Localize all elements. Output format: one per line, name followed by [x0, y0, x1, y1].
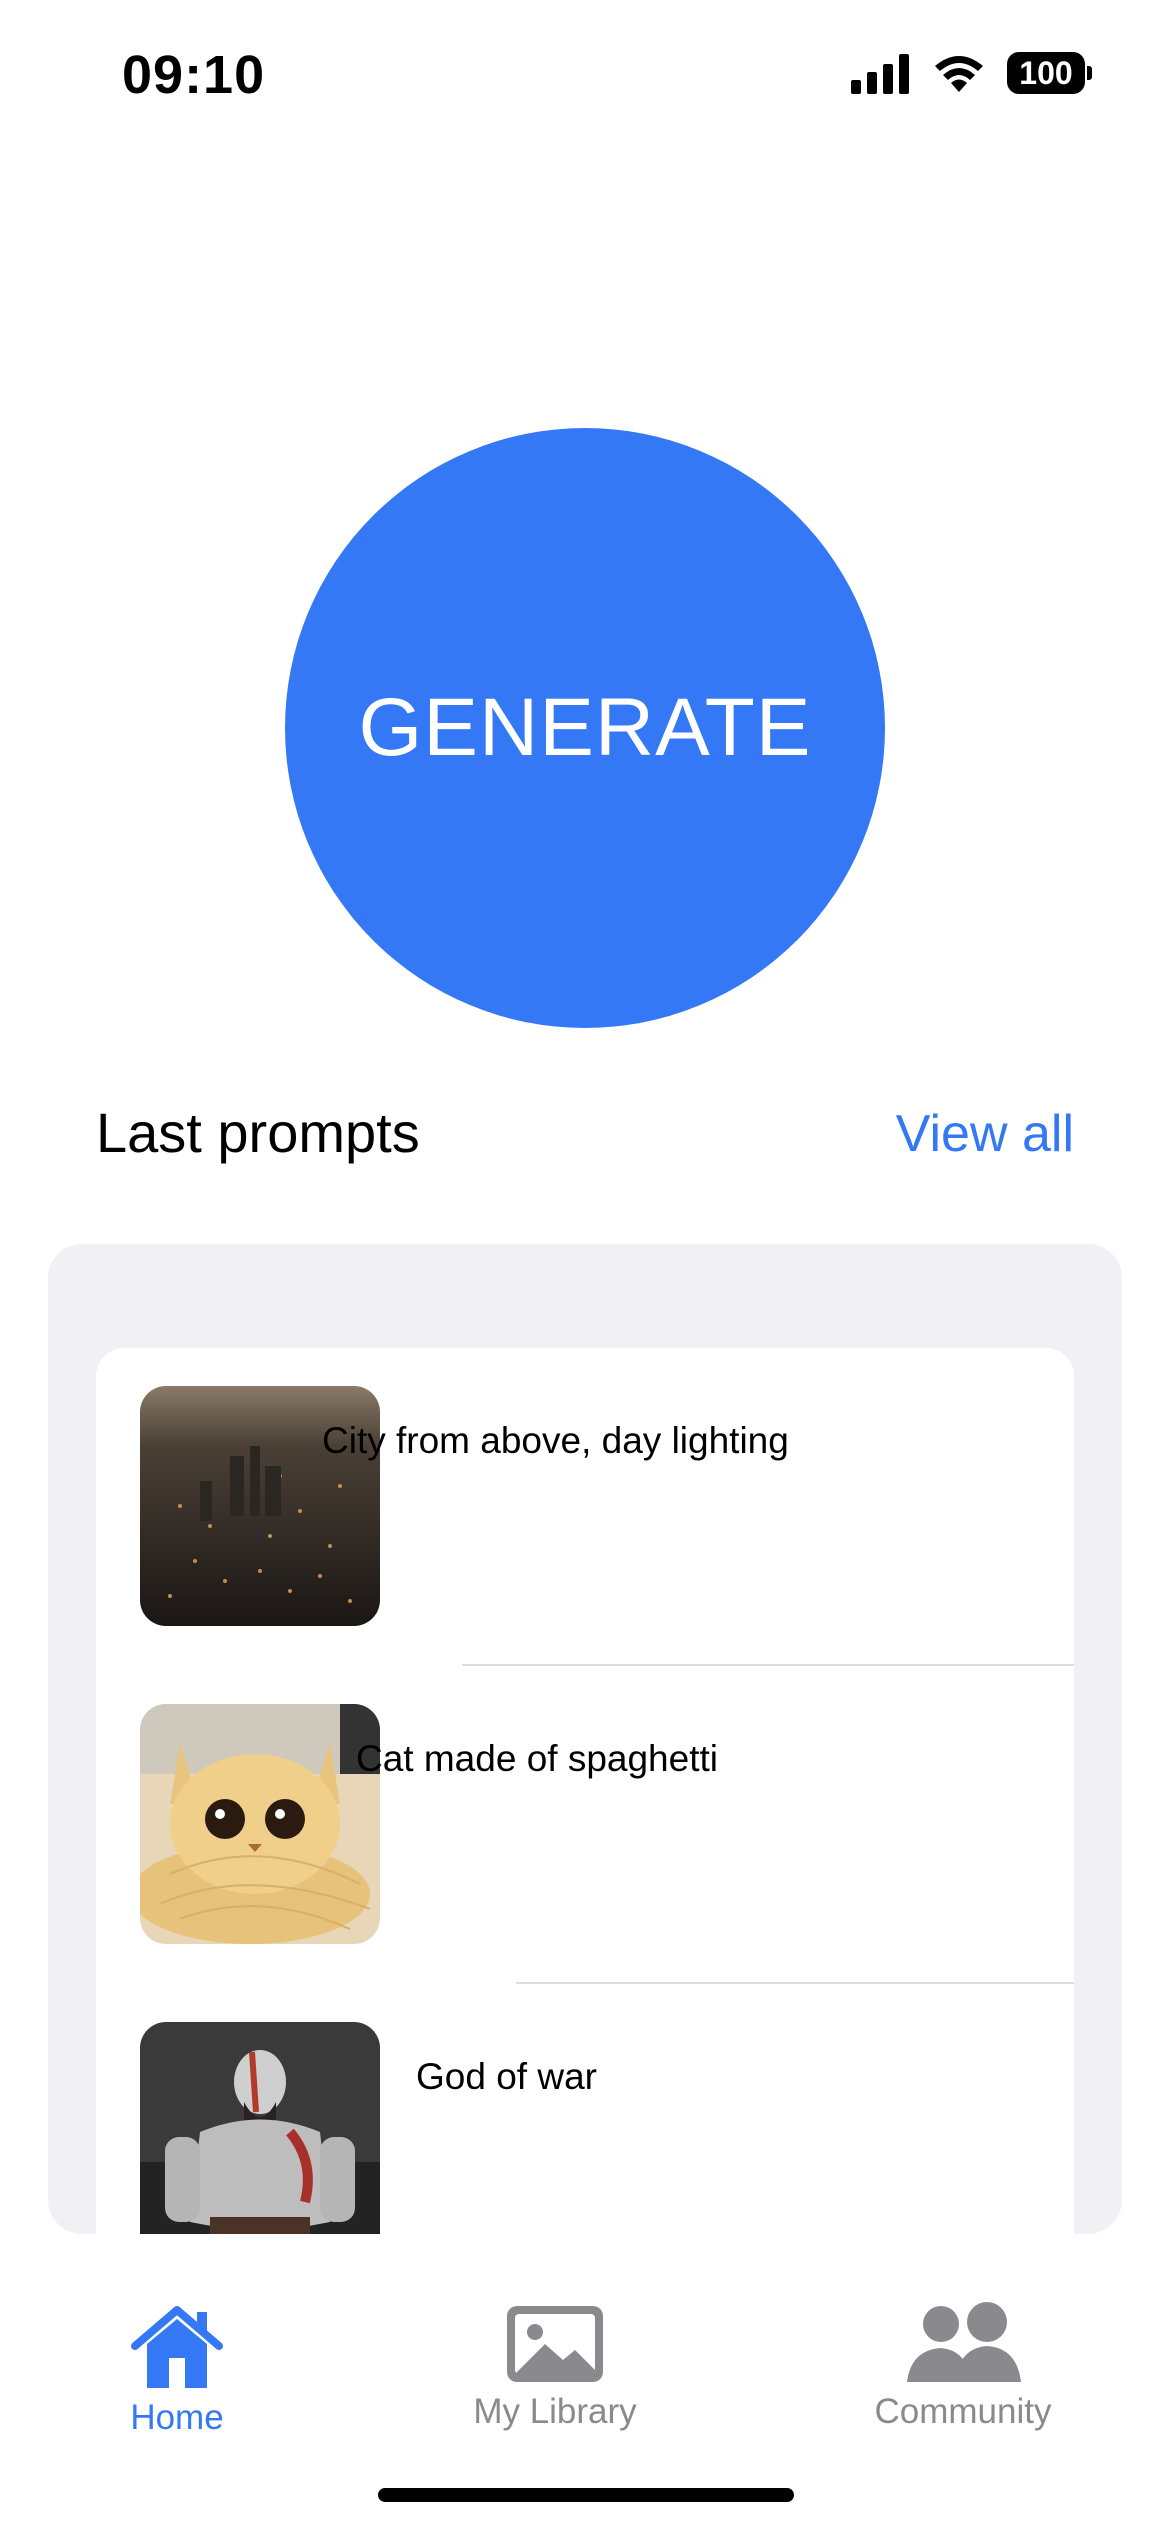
- warrior-image: [140, 2022, 380, 2234]
- home-indicator[interactable]: [378, 2488, 794, 2502]
- cellular-signal-icon: [851, 54, 909, 94]
- house-icon: [131, 2306, 223, 2388]
- prompt-text: Cat made of spaghetti: [356, 1738, 718, 1779]
- prompt-row[interactable]: God of war: [96, 1984, 1074, 2234]
- spaghetti-cat-image: [140, 1704, 380, 1944]
- people-icon: [907, 2302, 1021, 2382]
- view-all-link[interactable]: View all: [896, 1104, 1074, 1164]
- prompt-text: City from above, day lighting: [322, 1420, 789, 1461]
- last-prompts-title: Last prompts: [96, 1101, 420, 1164]
- battery-cap: [1087, 66, 1092, 80]
- tab-label: My Library: [473, 2392, 637, 2431]
- wifi-icon: [935, 56, 983, 92]
- tab-my-library[interactable]: My Library: [450, 2302, 660, 2432]
- photo-icon: [507, 2306, 603, 2382]
- prompt-row[interactable]: City from above, day lighting: [96, 1348, 1074, 1666]
- last-prompts-panel: City from above, day lighting Cat made o…: [48, 1244, 1122, 2234]
- tab-community[interactable]: Community: [848, 2302, 1078, 2432]
- prompt-row[interactable]: Cat made of spaghetti: [96, 1666, 1074, 1984]
- battery-level: 100: [1007, 52, 1085, 94]
- tab-bar: Home My Library Community: [0, 2252, 1170, 2452]
- tab-home[interactable]: Home: [72, 2302, 282, 2438]
- tab-label: Community: [874, 2392, 1052, 2431]
- prompts-list: City from above, day lighting Cat made o…: [96, 1348, 1074, 2234]
- status-time: 09:10: [122, 45, 266, 105]
- battery-indicator: 100: [1007, 52, 1092, 94]
- status-icons: 100: [851, 52, 1092, 94]
- prompt-text: God of war: [416, 2056, 597, 2097]
- generate-button[interactable]: GENERATE: [285, 428, 885, 1028]
- tab-label: Home: [130, 2398, 224, 2437]
